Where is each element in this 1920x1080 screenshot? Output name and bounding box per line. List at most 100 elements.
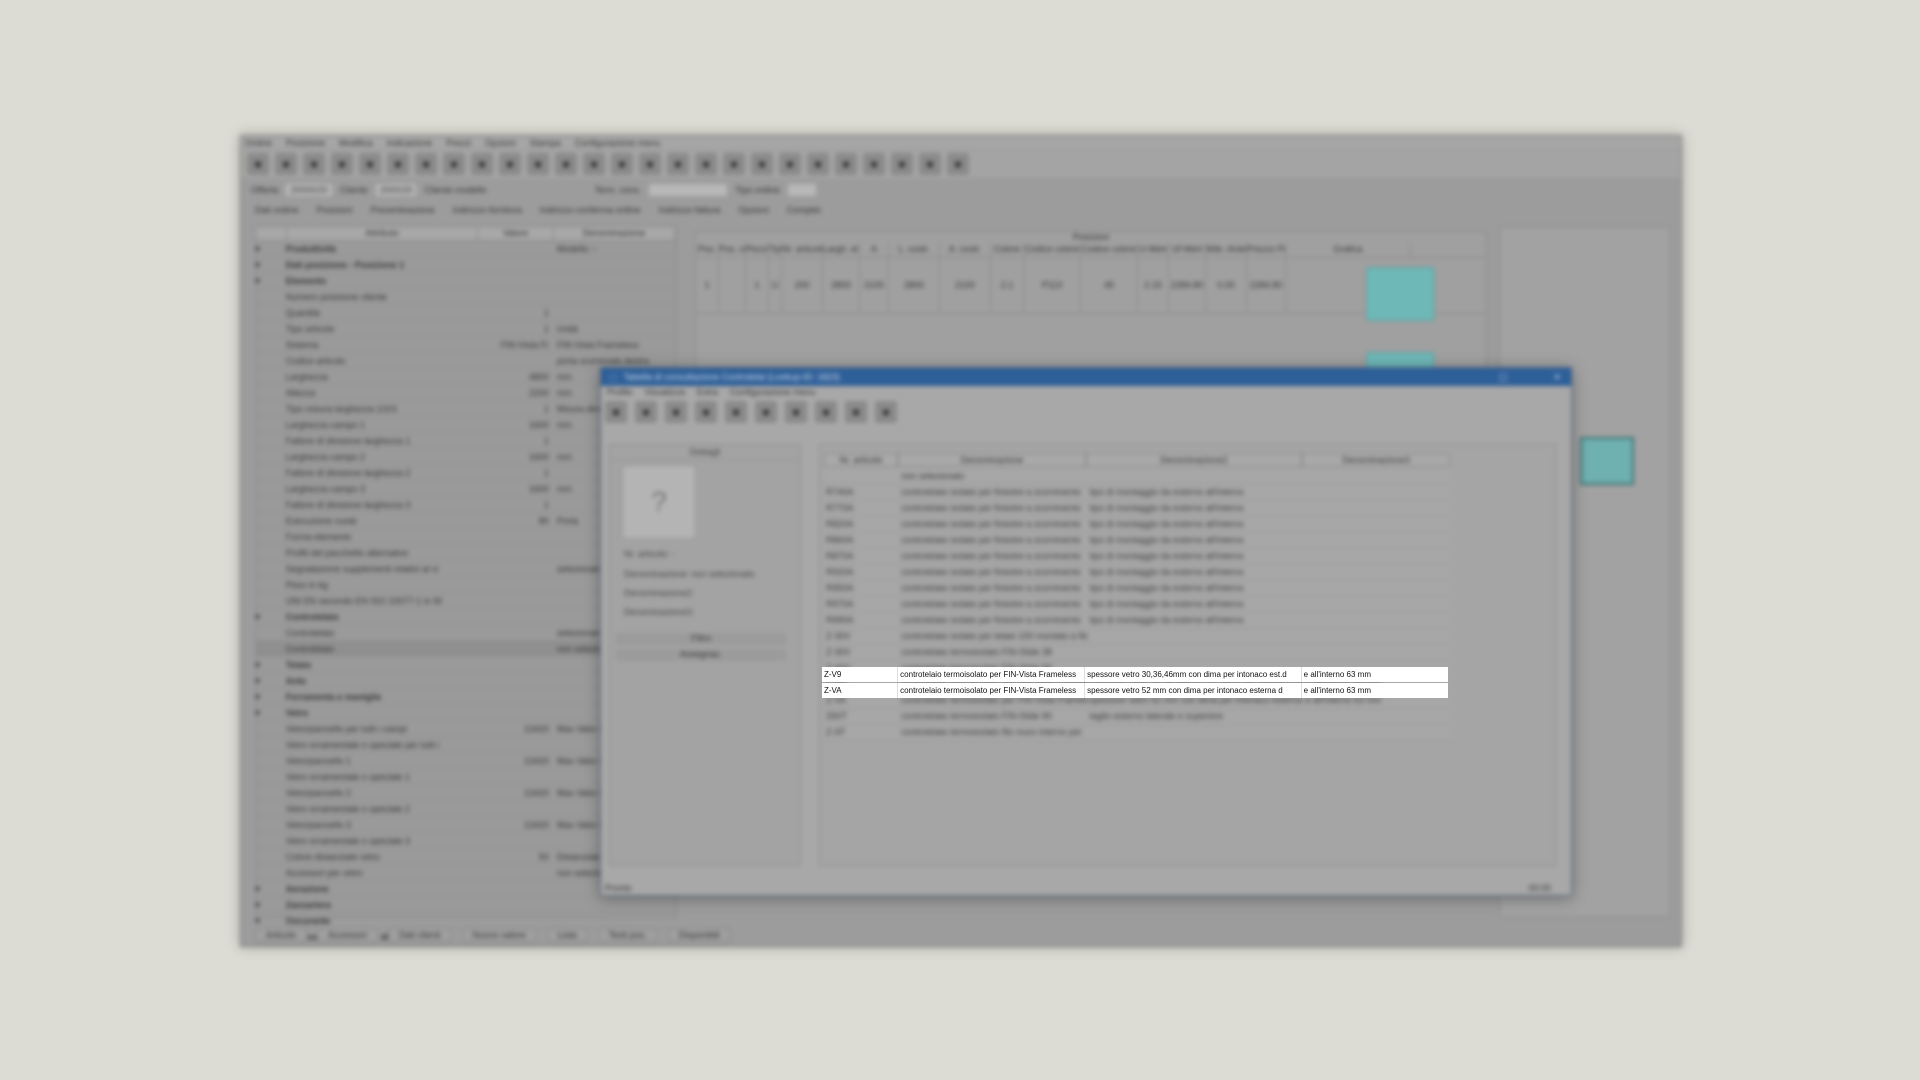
delete-icon[interactable]: ■ bbox=[275, 153, 297, 175]
offerta-field[interactable]: 20000/20 bbox=[286, 184, 332, 196]
tab-3[interactable]: Indirizzo fornitura bbox=[453, 205, 522, 215]
attribute-value[interactable]: 13420 bbox=[474, 724, 552, 734]
new-icon[interactable]: ■ bbox=[605, 401, 627, 423]
lookup-row[interactable]: R860A controtelaio isolato per finestre a… bbox=[824, 533, 1452, 549]
lookup-row[interactable]: R920A controtelaio isolato per finestre a… bbox=[824, 565, 1452, 581]
pos-col-header[interactable]: A. costr. bbox=[940, 242, 991, 257]
pos-col-header[interactable]: L. costr. bbox=[889, 242, 940, 257]
col-denominazione[interactable]: Denominazione bbox=[554, 227, 675, 240]
attribute-value[interactable]: 13420 bbox=[474, 756, 552, 766]
expander-icon[interactable]: ▸ bbox=[256, 611, 286, 622]
expander-icon[interactable]: ▸ bbox=[256, 691, 286, 702]
col-attributo[interactable]: Attributo bbox=[287, 227, 478, 240]
attribute-value[interactable]: 1 bbox=[474, 324, 552, 334]
tree-icon[interactable]: ■ bbox=[499, 153, 521, 175]
tipo-field[interactable] bbox=[787, 184, 816, 196]
tab-6[interactable]: Opzioni bbox=[738, 205, 769, 215]
attribute-value[interactable]: 2200 bbox=[474, 388, 552, 398]
attribute-value[interactable]: 1600 bbox=[474, 420, 552, 430]
dialog-menu-item[interactable]: Visualizza bbox=[645, 387, 685, 397]
col-denominazione[interactable]: Denominazione bbox=[898, 453, 1086, 467]
attribute-value[interactable]: FIN-Vista Fr bbox=[474, 340, 552, 350]
pos-col-header[interactable]: Codice colore bbox=[1081, 242, 1138, 257]
arrows-icon[interactable]: ■ bbox=[583, 153, 605, 175]
attribute-value[interactable]: 1600 bbox=[474, 452, 552, 462]
pos-col-header[interactable]: Pos. cl. bbox=[719, 242, 746, 257]
copy-icon[interactable]: ■ bbox=[667, 153, 689, 175]
expander-icon[interactable]: ▸ bbox=[256, 659, 286, 670]
col-valore[interactable]: Valore bbox=[478, 227, 554, 240]
filter-icon[interactable]: ■ bbox=[919, 153, 941, 175]
attribute-value[interactable]: 80 bbox=[474, 516, 552, 526]
col-denominazione3[interactable]: Denominazione3 bbox=[1302, 453, 1450, 467]
lookup-row[interactable]: Z60T controtelaio termoisolato FIN-Slide … bbox=[824, 709, 1452, 725]
move-icon[interactable]: ■ bbox=[555, 153, 577, 175]
attribute-value[interactable]: 1 bbox=[474, 308, 552, 318]
lookup-row[interactable]: R970A controtelaio isolato per finestre a… bbox=[824, 597, 1452, 613]
new-icon[interactable]: ■ bbox=[247, 153, 269, 175]
bottom-tab[interactable]: Nuovo valore bbox=[461, 928, 537, 942]
attribute-value[interactable]: 1 bbox=[474, 404, 552, 414]
maximize-icon[interactable]: ▢ bbox=[1499, 372, 1508, 383]
lookup-row[interactable]: Z-AT controtelaio termoisolato filo muro … bbox=[824, 725, 1452, 741]
lookup-row[interactable]: non selezionato bbox=[824, 469, 1452, 485]
pdf-icon[interactable]: ■ bbox=[471, 153, 493, 175]
tab-2[interactable]: Preventivazione bbox=[371, 205, 435, 215]
people-icon[interactable]: ■ bbox=[891, 153, 913, 175]
dialog-menu-item[interactable]: Profilo bbox=[607, 387, 633, 397]
expander-icon[interactable]: ▸ bbox=[256, 883, 286, 894]
attribute-row[interactable]: Sistema FIN-Vista Fr FIN-Vista Frameless bbox=[256, 337, 676, 353]
pencil-icon[interactable]: ■ bbox=[815, 401, 837, 423]
dialog-menu-item[interactable]: Configurazione menu bbox=[730, 387, 816, 397]
lookup-row[interactable]: Z-30V controtelaio isolato per telaio 100… bbox=[824, 629, 1452, 645]
sync-icon[interactable]: ■ bbox=[863, 153, 885, 175]
menu-item[interactable]: Modifica bbox=[339, 138, 373, 148]
expander-icon[interactable]: ▸ bbox=[256, 675, 286, 686]
refresh-icon[interactable]: ■ bbox=[387, 153, 409, 175]
col-denominazione2[interactable]: Denominazione2 bbox=[1086, 453, 1302, 467]
save-icon[interactable]: ■ bbox=[303, 153, 325, 175]
pos-col-header[interactable]: Pezzi bbox=[746, 242, 769, 257]
globe-icon[interactable]: ■ bbox=[751, 153, 773, 175]
col-nr-articolo[interactable]: Nr. articolo bbox=[824, 453, 898, 467]
tab-1[interactable]: Posizioni bbox=[317, 205, 353, 215]
bottom-tab[interactable]: Articolo bbox=[255, 928, 308, 942]
bottom-tab[interactable]: Dati clienti bbox=[388, 928, 452, 942]
attribute-row[interactable]: ▸ Produttività Modello -- bbox=[256, 241, 676, 257]
attribute-row[interactable]: ▸ Dati posizione - Posizione 1 bbox=[256, 257, 676, 273]
pos-col-header[interactable]: A bbox=[860, 242, 889, 257]
attribute-row[interactable]: Tipo articolo 1 Unità bbox=[256, 321, 676, 337]
menu-item[interactable]: Configurazione menu bbox=[575, 138, 661, 148]
expander-icon[interactable]: ▸ bbox=[256, 899, 286, 910]
tab-5[interactable]: Indirizzo fattura bbox=[659, 205, 721, 215]
group-icon[interactable]: ■ bbox=[359, 153, 381, 175]
merge-icon[interactable]: ■ bbox=[639, 153, 661, 175]
bottom-tab[interactable]: Testi pos. bbox=[597, 928, 658, 942]
lookup-row-z-va[interactable]: Z-VA controtelaio termoisolato per FIN-V… bbox=[822, 683, 1448, 698]
pos-col-header[interactable]: Largh. el. bbox=[823, 242, 860, 257]
attribute-row[interactable]: Numero posizione cliente bbox=[256, 289, 676, 305]
close-icon[interactable]: ✕ bbox=[1553, 372, 1561, 383]
pos-col-header[interactable]: Prezzo Pos. bbox=[1247, 242, 1286, 257]
attribute-row[interactable]: ▸ Elemento bbox=[256, 273, 676, 289]
image-icon[interactable]: ■ bbox=[695, 401, 717, 423]
lookup-row[interactable]: R740A controtelaio isolato per finestre a… bbox=[824, 485, 1452, 501]
paste-icon[interactable]: ■ bbox=[695, 153, 717, 175]
lookup-row[interactable]: R990A controtelaio isolato per finestre a… bbox=[824, 613, 1452, 629]
lookup-grid[interactable]: Nr. articolo Denominazione Denominazione… bbox=[819, 444, 1556, 866]
filter-icon[interactable]: ■ bbox=[725, 401, 747, 423]
export-icon[interactable]: ■ bbox=[947, 153, 969, 175]
cliente-field[interactable]: 2000/20 bbox=[375, 184, 417, 196]
expander-icon[interactable]: ▸ bbox=[256, 243, 286, 254]
refresh-icon[interactable]: ■ bbox=[785, 401, 807, 423]
pos-col-header[interactable]: Wär.-Anteil bbox=[1206, 242, 1247, 257]
assign-section[interactable]: Assegnaz. bbox=[616, 649, 786, 661]
edit-icon[interactable]: ■ bbox=[527, 153, 549, 175]
users-icon[interactable]: ■ bbox=[331, 153, 353, 175]
attribute-row[interactable]: Quantità 1 bbox=[256, 305, 676, 321]
expander-icon[interactable]: ▸ bbox=[256, 275, 286, 286]
pos-col-header[interactable]: Tipo bbox=[769, 242, 782, 257]
disk-icon[interactable]: ■ bbox=[723, 153, 745, 175]
pos-col-header[interactable]: U-Wert bbox=[1138, 242, 1169, 257]
lookup-row-z-v9[interactable]: Z-V9 controtelaio termoisolato per FIN-V… bbox=[822, 667, 1448, 682]
